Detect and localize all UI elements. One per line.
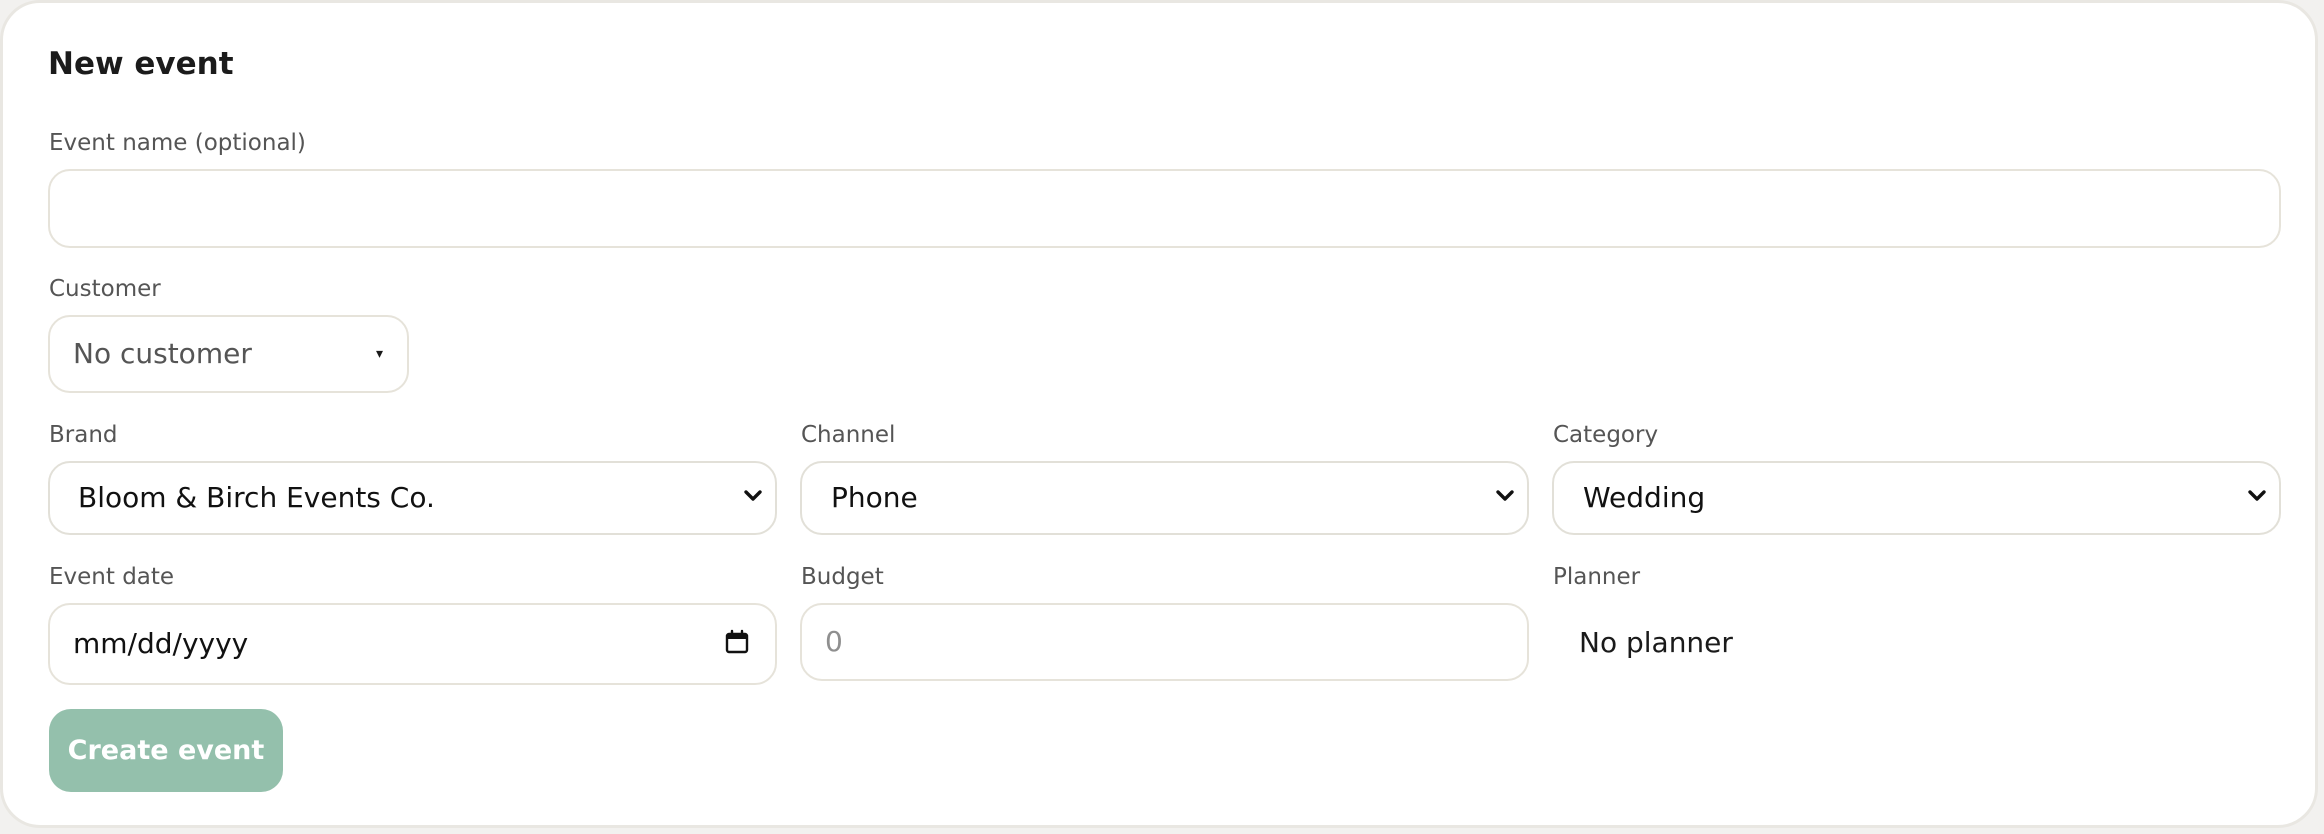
new-event-card: New event Event name (optional) Customer… [0, 0, 2318, 828]
budget-label: Budget [801, 564, 884, 590]
caret-down-icon: ▾ [375, 346, 383, 362]
event-date-label: Event date [49, 564, 175, 590]
create-event-button[interactable]: Create event [49, 709, 283, 792]
brand-selected-value: Bloom & Birch Events Co. [78, 481, 435, 514]
calendar-icon[interactable] [724, 629, 750, 659]
category-select[interactable]: Wedding [1552, 461, 2281, 535]
category-selected-value: Wedding [1583, 481, 1706, 514]
brand-select[interactable]: Bloom & Birch Events Co. [48, 461, 777, 535]
chevron-down-icon [2243, 482, 2271, 514]
channel-label: Channel [801, 422, 896, 448]
budget-input[interactable]: 0 [800, 603, 1529, 681]
customer-select[interactable]: No customer ▾ [48, 315, 409, 393]
brand-label: Brand [49, 422, 118, 448]
planner-label: Planner [1553, 564, 1641, 590]
form-title: New event [48, 46, 234, 82]
chevron-down-icon [739, 482, 767, 514]
customer-label: Customer [49, 276, 161, 302]
customer-selected-value: No customer [73, 337, 252, 370]
budget-placeholder: 0 [825, 625, 843, 658]
channel-select[interactable]: Phone [800, 461, 1529, 535]
planner-value: No planner [1579, 626, 1733, 659]
event-date-input[interactable]: mm/dd/yyyy [48, 603, 777, 685]
chevron-down-icon [1491, 482, 1519, 514]
category-label: Category [1553, 422, 1659, 448]
event-date-placeholder: mm/dd/yyyy [73, 627, 249, 660]
event-name-input[interactable] [48, 169, 2281, 248]
event-name-label: Event name (optional) [49, 130, 306, 156]
channel-selected-value: Phone [831, 481, 918, 514]
